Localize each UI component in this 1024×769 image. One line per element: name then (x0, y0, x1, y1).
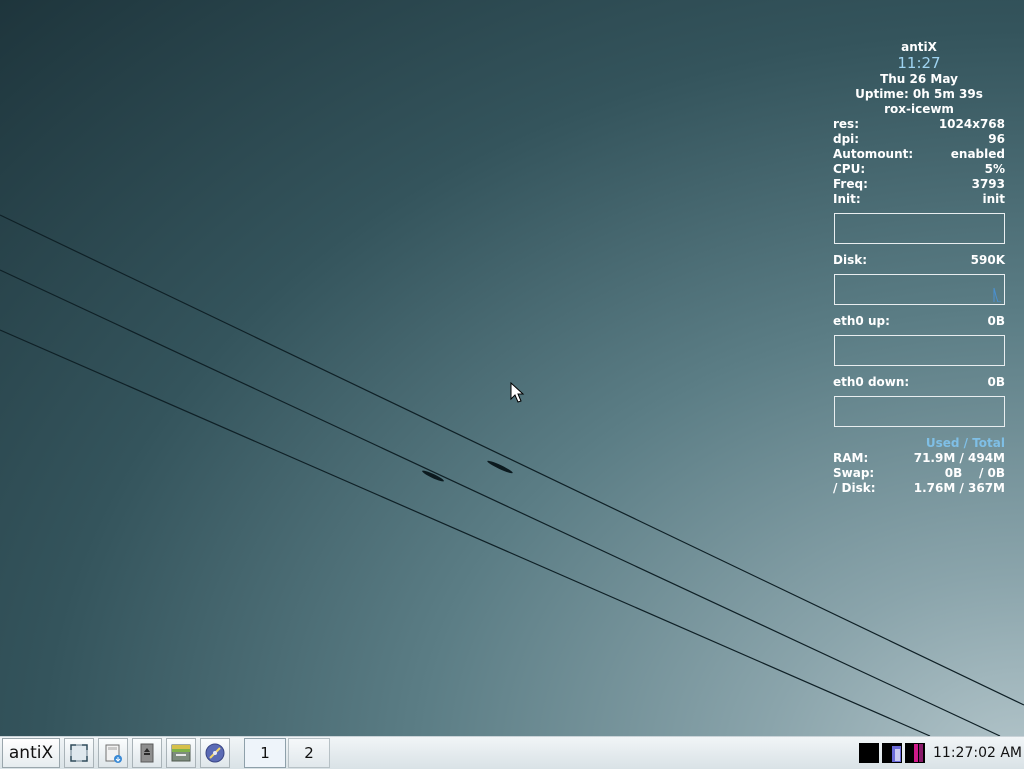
memory-monitor-icon[interactable] (882, 743, 903, 763)
eth0-up-graph (834, 335, 1005, 366)
file-manager-button[interactable] (98, 738, 128, 768)
stat-row-freq: Freq: 3793 (833, 177, 1005, 191)
file-manager-icon (105, 744, 122, 763)
conky-system-monitor: antiX 11:27 Thu 26 May Uptime: 0h 5m 39s… (833, 40, 1005, 496)
memory-legend: Used / Total (925, 436, 1005, 450)
cpu-graph (834, 213, 1005, 244)
cpu-monitor-icon[interactable] (859, 743, 880, 763)
workspace-2-button[interactable]: 2 (288, 738, 330, 768)
conky-uptime: Uptime: 0h 5m 39s (855, 87, 983, 101)
stat-row-cpu: CPU: 5% (833, 162, 1005, 176)
root-disk-row: / Disk: 1.76M / 367M (833, 481, 1005, 495)
web-browser-icon (205, 743, 225, 763)
workspace-1-button[interactable]: 1 (244, 738, 286, 768)
control-centre-icon (171, 744, 191, 762)
start-menu-button[interactable]: antiX (2, 738, 60, 768)
ram-row: RAM: 71.9M / 494M (833, 451, 1005, 465)
swap-row: Swap: 0B / 0B (833, 466, 1005, 480)
mouse-pointer-icon (510, 382, 525, 403)
system-tray: 11:27:02 AM (856, 743, 1024, 763)
control-centre-button[interactable] (166, 738, 196, 768)
disk-graph (834, 274, 1005, 305)
conky-session: rox-icewm (884, 102, 954, 116)
stat-row-resolution: res: 1024x768 (833, 117, 1005, 131)
conky-time: 11:27 (897, 54, 941, 72)
taskbar-clock[interactable]: 11:27:02 AM (933, 745, 1022, 761)
web-browser-button[interactable] (200, 738, 230, 768)
eth0-down-graph (834, 396, 1005, 427)
disk-activity-spike (993, 287, 1001, 302)
taskbar: antiX 1 2 11:27:02 AM (0, 736, 1024, 769)
show-desktop-icon (70, 744, 88, 762)
eth0-down-row: eth0 down: 0B (833, 375, 1005, 389)
stat-row-automount: Automount: enabled (833, 147, 1005, 161)
eth0-up-row: eth0 up: 0B (833, 314, 1005, 328)
conky-hostname: antiX (901, 40, 937, 54)
terminal-icon (140, 743, 154, 763)
stat-row-init: Init: init (833, 192, 1005, 206)
terminal-button[interactable] (132, 738, 162, 768)
network-monitor-icon[interactable] (905, 743, 926, 763)
stat-row-dpi: dpi: 96 (833, 132, 1005, 146)
disk-row: Disk: 590K (833, 253, 1005, 267)
conky-date: Thu 26 May (880, 72, 958, 86)
show-desktop-button[interactable] (64, 738, 94, 768)
